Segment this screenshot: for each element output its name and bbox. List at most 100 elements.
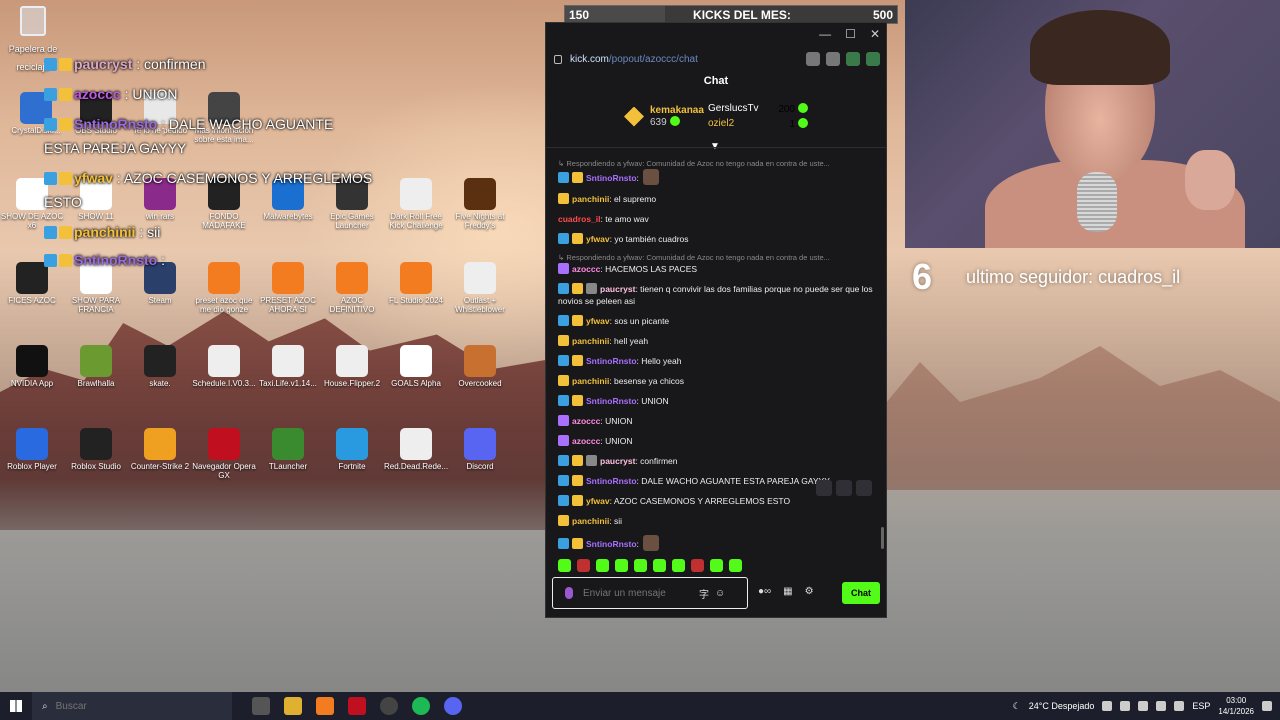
tray-icon[interactable] [1120,701,1131,711]
chat-username[interactable]: azoccc [572,416,600,426]
desktop-icon[interactable]: FL Studio 2024 [384,262,448,306]
chat-username[interactable]: SntinoRnsto [586,356,637,366]
emote-icon[interactable] [558,559,571,572]
desktop-icon[interactable]: Navegador Opera GX [192,428,256,481]
chat-username[interactable]: SntinoRnsto [586,173,637,183]
desktop-icon[interactable]: Fortnite [320,428,384,472]
download-icon[interactable] [866,52,880,66]
chat-message[interactable]: yfwav: yo también cuadros [558,233,878,245]
desktop-icon[interactable]: Overcooked [448,345,512,389]
emote-icon[interactable] [615,559,628,572]
tray-icon[interactable] [1102,701,1113,711]
desktop-icon[interactable]: GOALS Alpha [384,345,448,389]
scrollbar[interactable] [881,527,884,549]
chat-message[interactable]: azoccc: UNION [558,415,878,427]
chat-username[interactable]: SntinoRnsto [586,539,637,549]
fl-studio-icon[interactable] [316,697,334,715]
emote-icon[interactable] [634,559,647,572]
desktop-icon[interactable]: FICES AZOC [0,262,64,306]
chat-message[interactable]: panchinii: hell yeah [558,335,878,347]
desktop-icon[interactable]: SHOW PARA FRANCIA [64,262,128,315]
pin-icon[interactable] [836,480,852,496]
desktop-icon[interactable]: PRESET AZOC AHORA SI [256,262,320,315]
chat-username[interactable]: cuadros_il [558,214,601,224]
file-explorer-icon[interactable] [284,697,302,715]
desktop-icon[interactable]: Schedule.I.V0.3... [192,345,256,389]
taskbar-search[interactable]: ⌕ [32,692,232,720]
top-gifter[interactable]: kemakanaa 639 [624,105,704,128]
chat-username[interactable]: azoccc [572,264,600,274]
mic-icon[interactable] [565,587,573,599]
emote-icon[interactable] [577,559,590,572]
desktop-icon[interactable]: Counter-Strike 2 [128,428,192,472]
tray-icon[interactable] [1138,701,1149,711]
task-view-icon[interactable] [252,697,270,715]
chat-username[interactable]: panchinii [572,336,609,346]
delete-icon[interactable] [856,480,872,496]
settings-icon[interactable]: ⚙ [805,586,814,597]
obs-icon[interactable] [380,697,398,715]
weather-icon[interactable]: ☾ [1013,701,1021,712]
chat-username[interactable]: SntinoRnsto [586,396,637,406]
start-button[interactable] [0,692,32,720]
emote-icon[interactable] [596,559,609,572]
chat-input-box[interactable]: 字 ☺ [552,577,748,609]
volume-icon[interactable] [1174,701,1185,711]
clock[interactable]: 03:00 14/1/2026 [1218,695,1254,717]
chat-username[interactable]: paucryst [600,284,635,294]
chat-username[interactable]: panchinii [572,194,609,204]
chat-username[interactable]: SntinoRnsto [586,476,637,486]
chat-message[interactable]: SntinoRnsto: UNION [558,395,878,407]
reply-context[interactable]: ↳ Respondiendo a yfwav: Comunidad de Azo… [558,159,878,168]
emote-icon[interactable] [653,559,666,572]
taskbar-search-input[interactable] [55,700,176,712]
chat-message[interactable]: panchinii: sii [558,515,878,527]
points-icon[interactable]: ●∞ [758,586,771,597]
chat-input[interactable] [583,587,693,599]
extension-icon[interactable] [846,52,860,66]
chat-message[interactable]: SntinoRnsto: [558,535,878,551]
minimize-icon[interactable]: — [819,27,831,41]
notification-icon[interactable] [1262,701,1272,711]
desktop-icon[interactable]: NVIDIA App [0,345,64,389]
chat-message[interactable]: azoccc: HACEMOS LAS PACES [558,263,878,275]
chat-message[interactable]: azoccc: UNION [558,435,878,447]
chat-message[interactable]: yfwav: AZOC CASEMONOS Y ARREGLEMOS ESTO [558,495,878,507]
desktop-icon[interactable]: Brawlhalla [64,345,128,389]
send-chat-button[interactable]: Chat [842,582,880,604]
chat-username[interactable]: yfwav [586,316,610,326]
chat-message[interactable]: cuadros_il: te amo wav [558,213,878,225]
emote-icon[interactable] [729,559,742,572]
opera-gx-icon[interactable] [348,697,366,715]
network-icon[interactable] [1156,701,1167,711]
desktop-icon[interactable]: Discord [448,428,512,472]
desktop-icon[interactable]: skate. [128,345,192,389]
desktop-icon[interactable]: Roblox Studio [64,428,128,472]
desktop-icon[interactable]: Taxi.Life.v1.14... [256,345,320,389]
desktop-icon[interactable]: Steam [128,262,192,306]
desktop-icon[interactable]: Outlast + Whistleblower [448,262,512,315]
emote-icon[interactable] [691,559,704,572]
maximize-icon[interactable]: ☐ [845,27,856,41]
chat-username[interactable]: panchinii [572,376,609,386]
discord-icon[interactable] [444,697,462,715]
translate-icon[interactable]: 字 [699,586,709,601]
chat-message[interactable]: SntinoRnsto: Hello yeah [558,355,878,367]
chat-message[interactable]: paucryst: tienen q convivir las dos fami… [558,283,878,307]
chat-username[interactable]: yfwav [586,496,610,506]
desktop-icon[interactable]: Red.Dead.Rede... [384,428,448,472]
shield-icon[interactable] [806,52,820,66]
spotify-icon[interactable] [412,697,430,715]
chat-username[interactable]: panchinii [572,516,609,526]
address-bar[interactable]: kick.com/popout/azoccc/chat [546,49,886,69]
desktop-icon[interactable]: House.Flipper.2 [320,345,384,389]
desktop-icon[interactable]: AZOC DEFINITIVO [320,262,384,315]
emote-icon[interactable] [710,559,723,572]
reply-icon[interactable] [816,480,832,496]
gifter-row[interactable]: GersluсsTv 200 [708,103,808,115]
language-indicator[interactable]: ESP [1192,701,1210,711]
chat-message[interactable]: paucryst: confirmen [558,455,878,467]
desktop-icon[interactable]: TLauncher [256,428,320,472]
chat-message[interactable]: SntinoRnsto: [558,169,878,185]
gifter-row[interactable]: oziel2 1 [708,118,808,130]
